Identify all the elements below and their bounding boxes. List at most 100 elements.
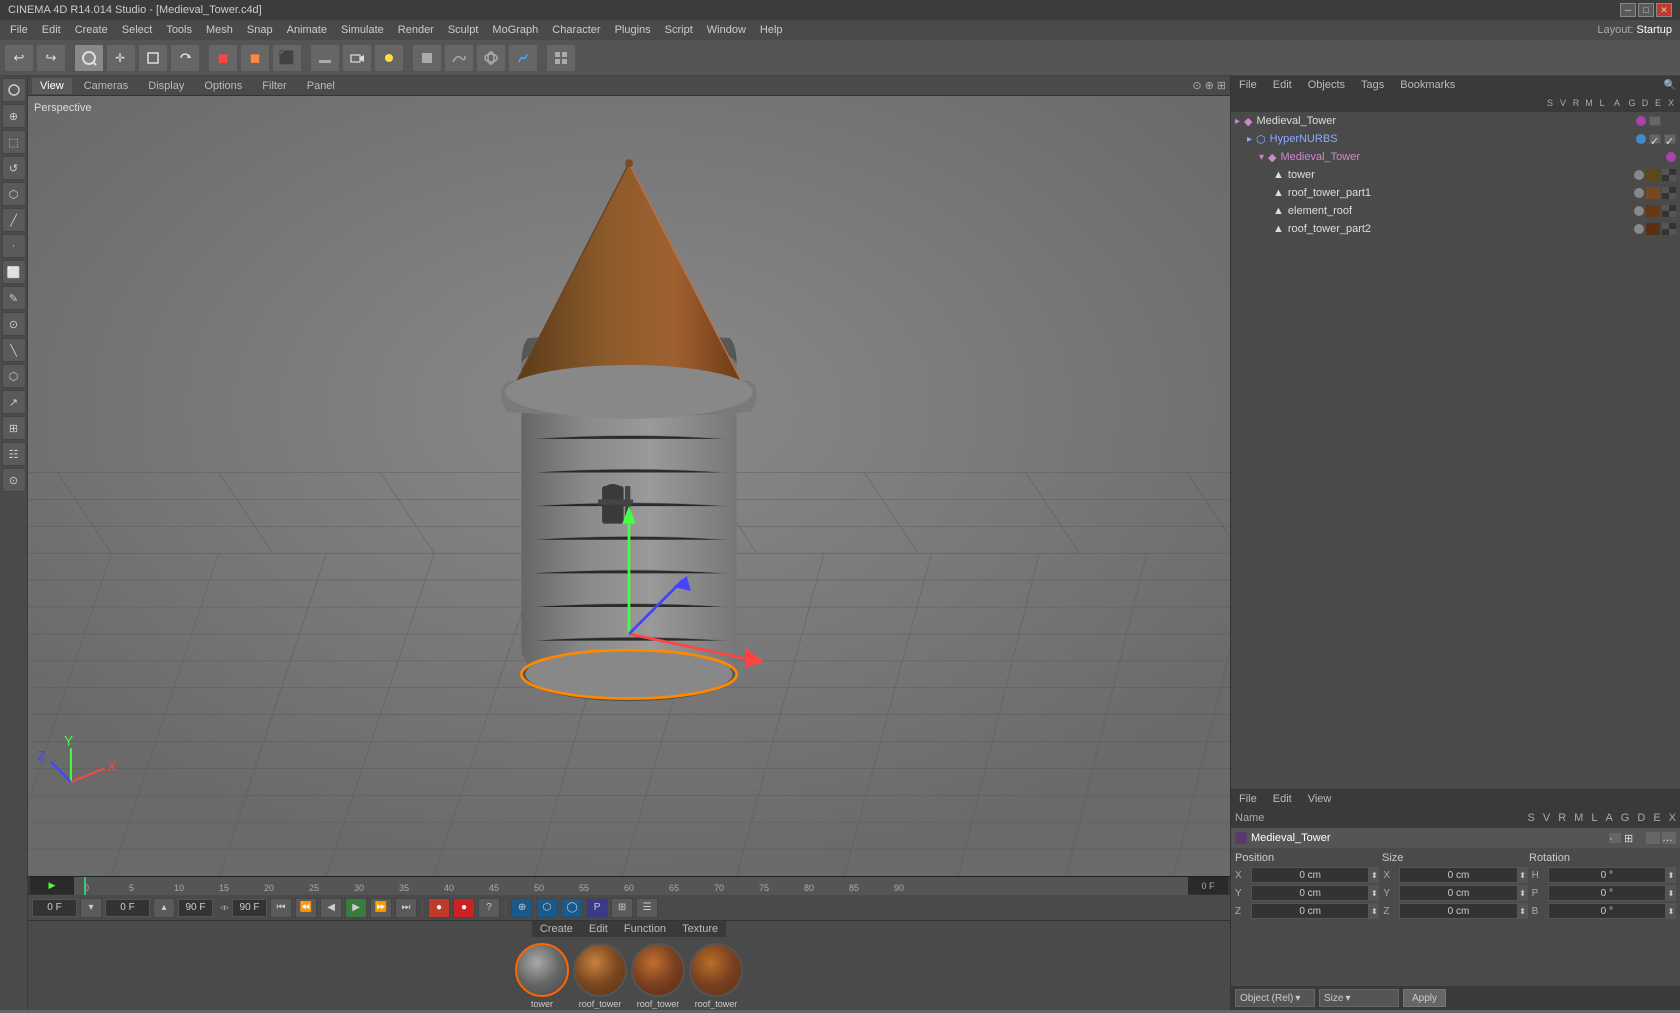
om-check2[interactable]: ✓ [1649, 134, 1661, 144]
go-to-end[interactable]: ⏭ [395, 898, 417, 918]
lt-knife[interactable]: ╲ [2, 338, 26, 362]
om-row-element-roof[interactable]: ▲ element_roof [1231, 202, 1680, 220]
rot-h-field[interactable]: 0 ° ⬍ [1548, 867, 1676, 883]
material-roof3[interactable]: roof_tower [689, 943, 743, 1009]
lt-edge[interactable]: ╱ [2, 208, 26, 232]
viewport[interactable]: Perspective [28, 96, 1230, 876]
redo-button[interactable]: ↪ [36, 44, 66, 72]
size-z-spin[interactable]: ⬍ [1518, 903, 1528, 919]
menu-help[interactable]: Help [754, 22, 789, 38]
om-check1[interactable] [1649, 116, 1661, 126]
pos-z-spin[interactable]: ⬍ [1369, 903, 1379, 919]
attr-check-s[interactable]: · [1608, 832, 1622, 844]
size-x-field[interactable]: 0 cm ⬍ [1399, 867, 1527, 883]
minimize-button[interactable]: ─ [1620, 3, 1636, 17]
current-frame-display[interactable]: 0 F [32, 899, 77, 917]
vp-tab-filter[interactable]: Filter [254, 78, 294, 94]
menu-mograph[interactable]: MoGraph [486, 22, 544, 38]
size-dropdown[interactable]: Size ▾ [1319, 989, 1399, 1007]
lt-point[interactable]: · [2, 234, 26, 258]
lt-uv[interactable]: ⬜ [2, 260, 26, 284]
lt-scale[interactable]: ⬚ [2, 130, 26, 154]
om-check3[interactable]: ✓ [1664, 134, 1676, 144]
size-z-field[interactable]: 0 cm ⬍ [1399, 903, 1527, 919]
lt-select[interactable] [2, 78, 26, 102]
apply-button[interactable]: Apply [1403, 989, 1446, 1007]
scale-button[interactable] [138, 44, 168, 72]
menu-edit[interactable]: Edit [36, 22, 67, 38]
mat-tab-texture[interactable]: Texture [678, 921, 722, 937]
om-row-tower[interactable]: ▲ tower [1231, 166, 1680, 184]
frame-step-up[interactable]: ▴ [153, 898, 175, 918]
menu-character[interactable]: Character [546, 22, 606, 38]
menu-animate[interactable]: Animate [281, 22, 333, 38]
pos-x-spin[interactable]: ⬍ [1369, 867, 1379, 883]
material-tower[interactable]: tower [515, 943, 569, 1009]
menu-sculpt[interactable]: Sculpt [442, 22, 485, 38]
object-btn[interactable] [412, 44, 442, 72]
lt-move[interactable]: ⊕ [2, 104, 26, 128]
size-y-field[interactable]: 0 cm ⬍ [1399, 885, 1527, 901]
menu-create[interactable]: Create [69, 22, 114, 38]
timeline-toggle[interactable]: ☰ [636, 898, 658, 918]
max-frame-display[interactable]: 90 F [178, 899, 213, 917]
attr-check-v[interactable] [1646, 832, 1660, 844]
array-btn[interactable] [546, 44, 576, 72]
rotate-button[interactable] [170, 44, 200, 72]
lt-extrude[interactable]: ⊞ [2, 416, 26, 440]
vp-tab-display[interactable]: Display [140, 78, 192, 94]
record-btn[interactable]: ● [428, 898, 450, 918]
maximize-button[interactable]: □ [1638, 3, 1654, 17]
attr-more[interactable]: … [1662, 832, 1676, 844]
rot-b-field[interactable]: 0 ° ⬍ [1548, 903, 1676, 919]
mode-dropdown[interactable]: Object (Rel) ▾ [1235, 989, 1315, 1007]
om-row-medieval-tower-root[interactable]: ▸ ◆ Medieval_Tower [1231, 112, 1680, 130]
camera-btn[interactable] [342, 44, 372, 72]
rot-p-spin[interactable]: ⬍ [1666, 885, 1676, 901]
size-x-spin[interactable]: ⬍ [1518, 867, 1528, 883]
vp-tab-view[interactable]: View [32, 78, 72, 94]
rot-p-field[interactable]: 0 ° ⬍ [1548, 885, 1676, 901]
menu-render[interactable]: Render [392, 22, 440, 38]
menu-file[interactable]: File [4, 22, 34, 38]
size-y-spin[interactable]: ⬍ [1518, 885, 1528, 901]
pos-x-field[interactable]: 0 cm ⬍ [1251, 867, 1379, 883]
rot-h-spin[interactable]: ⬍ [1666, 867, 1676, 883]
play-back[interactable]: ◀ [320, 898, 342, 918]
pos-z-field[interactable]: 0 cm ⬍ [1251, 903, 1379, 919]
vp-icon-1[interactable]: ⊙ [1192, 79, 1201, 92]
nurbs-btn[interactable] [476, 44, 506, 72]
frame-step-down[interactable]: ▾ [80, 898, 102, 918]
material-roof2[interactable]: roof_tower [631, 943, 685, 1009]
vp-tab-options[interactable]: Options [196, 78, 250, 94]
mat-tab-edit[interactable]: Edit [585, 921, 612, 937]
motion-record[interactable]: ⊞ [611, 898, 633, 918]
vp-icon-2[interactable]: ⊕ [1205, 79, 1214, 92]
menu-script[interactable]: Script [659, 22, 699, 38]
light-btn[interactable] [374, 44, 404, 72]
add-keyframe[interactable]: ⊕ [511, 898, 533, 918]
go-to-start[interactable]: ⏮ [270, 898, 292, 918]
step-forward[interactable]: ⏩ [370, 898, 392, 918]
lt-smooth[interactable]: ⊙ [2, 468, 26, 492]
om-menu-file[interactable]: File [1235, 78, 1261, 92]
attr-menu-file[interactable]: File [1235, 792, 1261, 806]
menu-select[interactable]: Select [116, 22, 159, 38]
render-region[interactable]: ◼ [208, 44, 238, 72]
menu-window[interactable]: Window [701, 22, 752, 38]
lt-magnet[interactable]: ⊙ [2, 312, 26, 336]
om-row-roof-tower-part1[interactable]: ▲ roof_tower_part1 [1231, 184, 1680, 202]
om-row-medieval-tower-nested[interactable]: ▾ ◆ Medieval_Tower [1231, 148, 1680, 166]
om-menu-edit[interactable]: Edit [1269, 78, 1296, 92]
play-forward[interactable]: ▶ [345, 898, 367, 918]
mat-tab-function[interactable]: Function [620, 921, 670, 937]
lt-melt[interactable]: ☷ [2, 442, 26, 466]
close-button[interactable]: ✕ [1656, 3, 1672, 17]
menu-snap[interactable]: Snap [241, 22, 279, 38]
frame-input-field[interactable]: 0 F [105, 899, 150, 917]
lt-bridge[interactable]: ⬡ [2, 364, 26, 388]
om-menu-bookmarks[interactable]: Bookmarks [1396, 78, 1459, 92]
render-output[interactable]: ⬛ [272, 44, 302, 72]
live-select-button[interactable] [74, 44, 104, 72]
lt-rotate[interactable]: ↺ [2, 156, 26, 180]
